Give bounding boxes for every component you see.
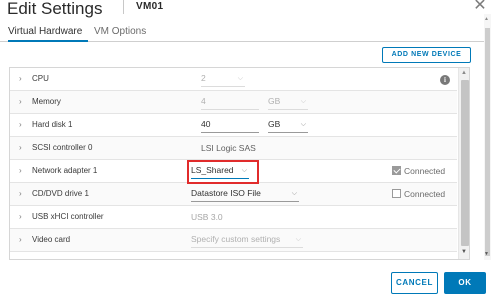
cdrom-select[interactable]: Datastore ISO File ⌵ xyxy=(191,187,299,202)
row-label-usb: USB xHCI controller xyxy=(32,212,104,221)
title-divider xyxy=(123,0,124,14)
network-connected-checkbox[interactable] xyxy=(392,166,401,175)
dialog-title: Edit Settings xyxy=(7,0,103,18)
chevron-down-icon: ⌵ xyxy=(295,236,301,243)
add-new-device-button[interactable]: ADD NEW DEVICE xyxy=(382,47,471,63)
video-value: Specify custom settings xyxy=(191,234,281,244)
chevron-right-icon[interactable]: › xyxy=(19,97,22,106)
scroll-down-icon[interactable]: ▼ xyxy=(461,249,467,255)
scroll-up-icon[interactable]: ▲ xyxy=(461,70,467,76)
hardware-row-cdrom[interactable]: › CD/DVD drive 1 Datastore ISO File ⌵ Co… xyxy=(10,183,457,206)
memory-input[interactable]: 4 xyxy=(201,95,259,110)
cdrom-value: Datastore ISO File xyxy=(191,188,261,198)
chevron-down-icon: ⌵ xyxy=(291,190,297,197)
vm-name: VM01 xyxy=(136,1,164,12)
annotation-highlight-box xyxy=(187,160,259,184)
chevron-down-icon: ⌵ xyxy=(300,121,306,128)
hardware-row-cpu[interactable]: › CPU 2 ⌵ i xyxy=(10,68,457,91)
hardware-row-hard-disk[interactable]: › Hard disk 1 40 GB ⌵ xyxy=(10,114,457,137)
video-select[interactable]: Specify custom settings ⌵ xyxy=(191,233,303,248)
hardware-row-memory[interactable]: › Memory 4 GB ⌵ xyxy=(10,91,457,114)
hard-disk-unit: GB xyxy=(268,119,281,129)
cdrom-connected-label: Connected xyxy=(404,189,446,199)
usb-value: USB 3.0 xyxy=(191,212,223,222)
chevron-right-icon[interactable]: › xyxy=(19,166,22,175)
row-label-scsi: SCSI controller 0 xyxy=(32,143,93,152)
hard-disk-size-input[interactable]: 40 xyxy=(201,118,259,133)
row-label-cpu: CPU xyxy=(32,74,49,83)
chevron-right-icon[interactable]: › xyxy=(19,235,22,244)
scroll-up-icon[interactable]: ▲ xyxy=(484,16,489,22)
row-label-memory: Memory xyxy=(32,97,61,106)
chevron-down-icon: ⌵ xyxy=(300,98,306,105)
chevron-right-icon[interactable]: › xyxy=(19,143,22,152)
hardware-row-usb[interactable]: › USB xHCI controller USB 3.0 xyxy=(10,206,457,229)
row-label-video: Video card xyxy=(32,235,71,244)
panel-scrollbar[interactable]: ▲ ▼ xyxy=(458,68,469,259)
cancel-button[interactable]: CANCEL xyxy=(391,272,438,294)
tab-virtual-hardware[interactable]: Virtual Hardware xyxy=(8,26,88,42)
tab-bar: Virtual Hardware VM Options xyxy=(0,26,491,42)
memory-unit: GB xyxy=(268,96,281,106)
tab-vm-options[interactable]: VM Options xyxy=(94,26,154,42)
memory-unit-select[interactable]: GB ⌵ xyxy=(268,95,308,110)
row-label-cdrom: CD/DVD drive 1 xyxy=(32,189,89,198)
hardware-row-video[interactable]: › Video card Specify custom settings ⌵ xyxy=(10,229,457,252)
info-icon[interactable]: i xyxy=(440,75,450,85)
close-icon[interactable]: ✕ xyxy=(472,0,488,14)
chevron-right-icon[interactable]: › xyxy=(19,120,22,129)
row-label-hard-disk: Hard disk 1 xyxy=(32,120,73,129)
cpu-select[interactable]: 2 ⌵ xyxy=(201,72,245,87)
network-connected-label: Connected xyxy=(404,166,446,176)
chevron-down-icon: ⌵ xyxy=(237,75,243,82)
dialog-scrollbar[interactable]: ▲ ▼ xyxy=(484,14,491,260)
ok-button[interactable]: OK xyxy=(444,272,486,294)
row-label-network: Network adapter 1 xyxy=(32,166,98,175)
dialog-scroll-thumb[interactable] xyxy=(485,28,490,256)
chevron-right-icon[interactable]: › xyxy=(19,74,22,83)
memory-value: 4 xyxy=(201,96,206,106)
hardware-row-scsi[interactable]: › SCSI controller 0 LSI Logic SAS xyxy=(10,137,457,160)
scroll-thumb[interactable] xyxy=(461,80,469,246)
hard-disk-value: 40 xyxy=(201,119,211,129)
scsi-value: LSI Logic SAS xyxy=(201,143,256,153)
cpu-value: 2 xyxy=(201,73,206,83)
scroll-down-icon[interactable]: ▼ xyxy=(484,251,489,257)
cdrom-connected-checkbox[interactable] xyxy=(392,189,401,198)
chevron-right-icon[interactable]: › xyxy=(19,212,22,221)
hard-disk-unit-select[interactable]: GB ⌵ xyxy=(268,118,308,133)
chevron-right-icon[interactable]: › xyxy=(19,189,22,198)
